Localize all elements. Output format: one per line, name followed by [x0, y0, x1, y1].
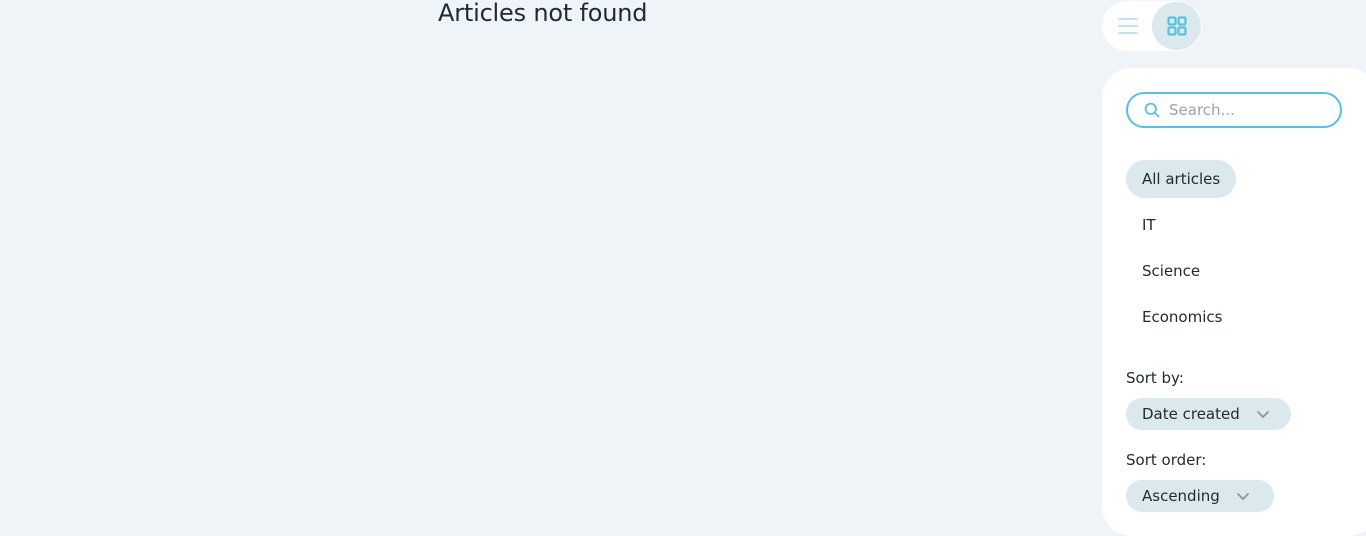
grid-icon — [1166, 16, 1187, 36]
list-icon — [1117, 18, 1138, 34]
empty-state-message: Articles not found — [438, 0, 648, 27]
category-all-articles[interactable]: All articles — [1126, 160, 1237, 198]
sort-by-label: Sort by: — [1126, 369, 1184, 387]
grid-view-button[interactable] — [1152, 2, 1201, 50]
view-toggle — [1102, 1, 1202, 51]
sort-by-value: Date created — [1142, 405, 1240, 423]
category-label: Science — [1142, 262, 1201, 280]
category-it[interactable]: IT — [1126, 206, 1172, 244]
sort-order-value: Ascending — [1142, 487, 1220, 505]
search-input[interactable] — [1169, 96, 1329, 124]
sort-order-select[interactable]: Ascending — [1126, 480, 1274, 512]
category-label: All articles — [1142, 170, 1221, 188]
chevron-down-icon — [1256, 410, 1270, 419]
category-economics[interactable]: Economics — [1126, 298, 1238, 336]
category-label: IT — [1142, 216, 1156, 234]
category-label: Economics — [1142, 308, 1223, 326]
list-view-button[interactable] — [1103, 2, 1152, 50]
sort-order-label: Sort order: — [1126, 451, 1207, 469]
search-icon — [1143, 101, 1161, 119]
sort-by-select[interactable]: Date created — [1126, 398, 1291, 430]
chevron-down-icon — [1236, 492, 1250, 501]
search-box[interactable] — [1126, 92, 1342, 128]
category-science[interactable]: Science — [1126, 252, 1216, 290]
filter-sidebar: All articles IT Science Economics Sort b… — [1102, 68, 1366, 536]
page: Articles not found Search... All article… — [0, 0, 1366, 536]
